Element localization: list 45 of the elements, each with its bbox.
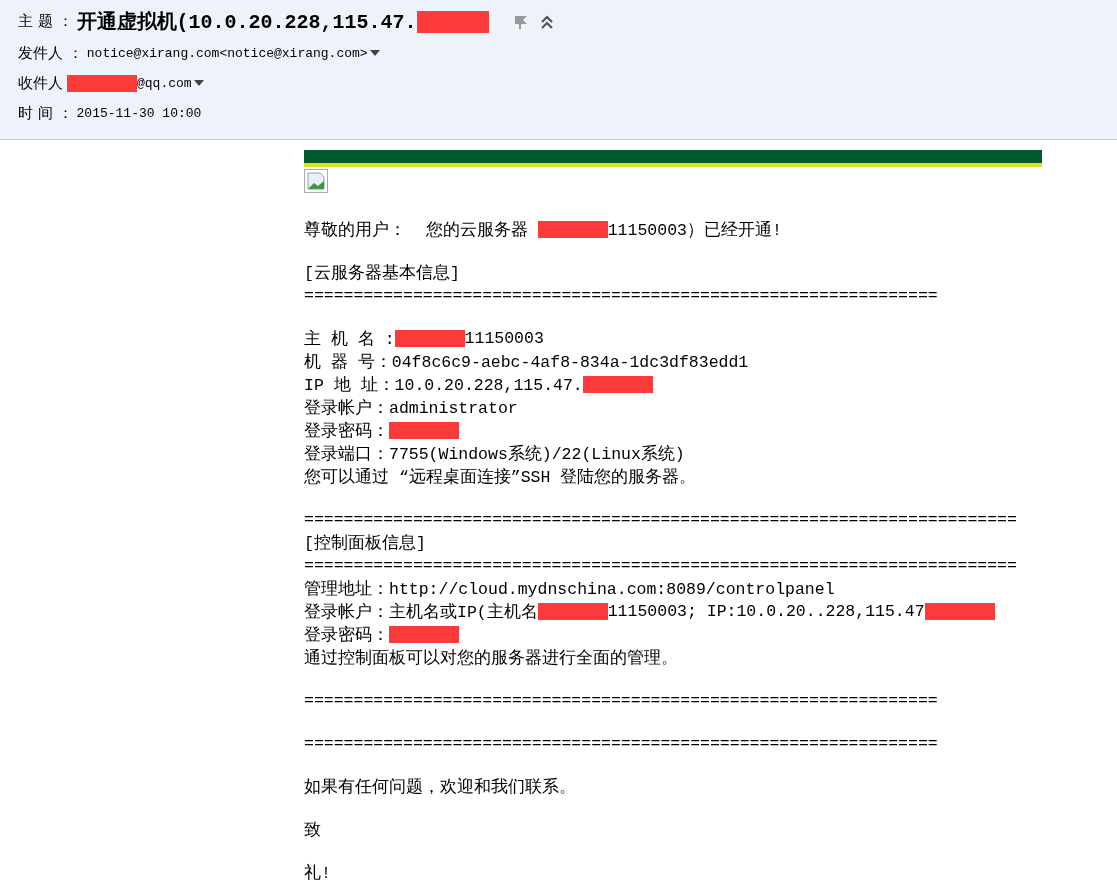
body-text: 2015-11-30 10:00 xyxy=(76,105,202,121)
body-text: 11150003）已经开通! xyxy=(607,219,782,241)
redaction-block xyxy=(537,221,608,238)
body-text: IP 地 址：10.0.20.228,115.47. xyxy=(304,374,583,396)
body-text: ================================================================ xyxy=(304,286,938,305)
redaction-block xyxy=(394,330,465,347)
field-label: 收件人 xyxy=(18,73,63,93)
caret-icon[interactable] xyxy=(193,80,204,86)
body-text: 通过控制面板可以对您的服务器进行全面的管理。 xyxy=(304,647,678,669)
redaction-block xyxy=(389,626,459,643)
redaction-block xyxy=(537,603,608,620)
field-label: 发件人 ： xyxy=(18,43,83,63)
body-text: ================================================================ xyxy=(304,734,938,753)
body-text: 机 器 号：04f8c6c9-aebc-4af8-834a-1dc3df83edd1 xyxy=(304,351,749,373)
body-text: 如果有任何问题，欢迎和我们联系。 xyxy=(304,776,576,798)
body-text: 您可以通过 “远程桌面连接”SSH 登陆您的服务器。 xyxy=(304,466,697,488)
body-text: 主 机 名 : xyxy=(304,328,395,350)
body-text: 礼! xyxy=(304,862,331,884)
field-label: 主 题 ： xyxy=(18,12,73,31)
redaction-block xyxy=(389,422,459,439)
redaction-block xyxy=(924,603,995,620)
field-label: 时 间 ： xyxy=(18,103,73,123)
body-text: [云服务器基本信息] xyxy=(304,262,460,284)
body-text: [控制面板信息] xyxy=(304,532,426,554)
subject-text: 开通虚拟机(10.0.20.228,115.47. xyxy=(76,10,417,35)
redaction-block xyxy=(582,376,653,393)
body-text: 11150003 xyxy=(464,329,544,348)
body-text: @qq.com xyxy=(137,75,192,91)
body-text: 管理地址：http://cloud.mydnschina.com:8089/controlpanel xyxy=(304,578,835,600)
body-text: ======================================================================== xyxy=(304,556,1017,575)
body-text: 登录密码： xyxy=(304,420,389,442)
body-text: 登录密码： xyxy=(304,624,389,646)
body-text: ================================================================ xyxy=(304,691,938,710)
body-text: 尊敬的用户： 您的云服务器 xyxy=(304,219,529,241)
caret-icon[interactable] xyxy=(369,50,380,56)
broken-image-icon xyxy=(304,169,328,193)
body-text: 11150003; IP:10.0.20..228,115.47 xyxy=(607,602,925,621)
body-text: 登录端口：7755(Windows系统)/22(Linux系统) xyxy=(304,443,685,465)
flag-icon[interactable] xyxy=(512,13,529,30)
body-text: 致 xyxy=(304,819,321,841)
body-text: ======================================================================== xyxy=(304,510,1017,529)
body-text: 登录帐户：administrator xyxy=(304,397,518,419)
body-text: notice@xirang.com<notice@xirang.com> xyxy=(86,45,368,61)
body-text: 登录帐户：主机名或IP(主机名 xyxy=(304,601,538,623)
redaction-block xyxy=(67,74,137,92)
